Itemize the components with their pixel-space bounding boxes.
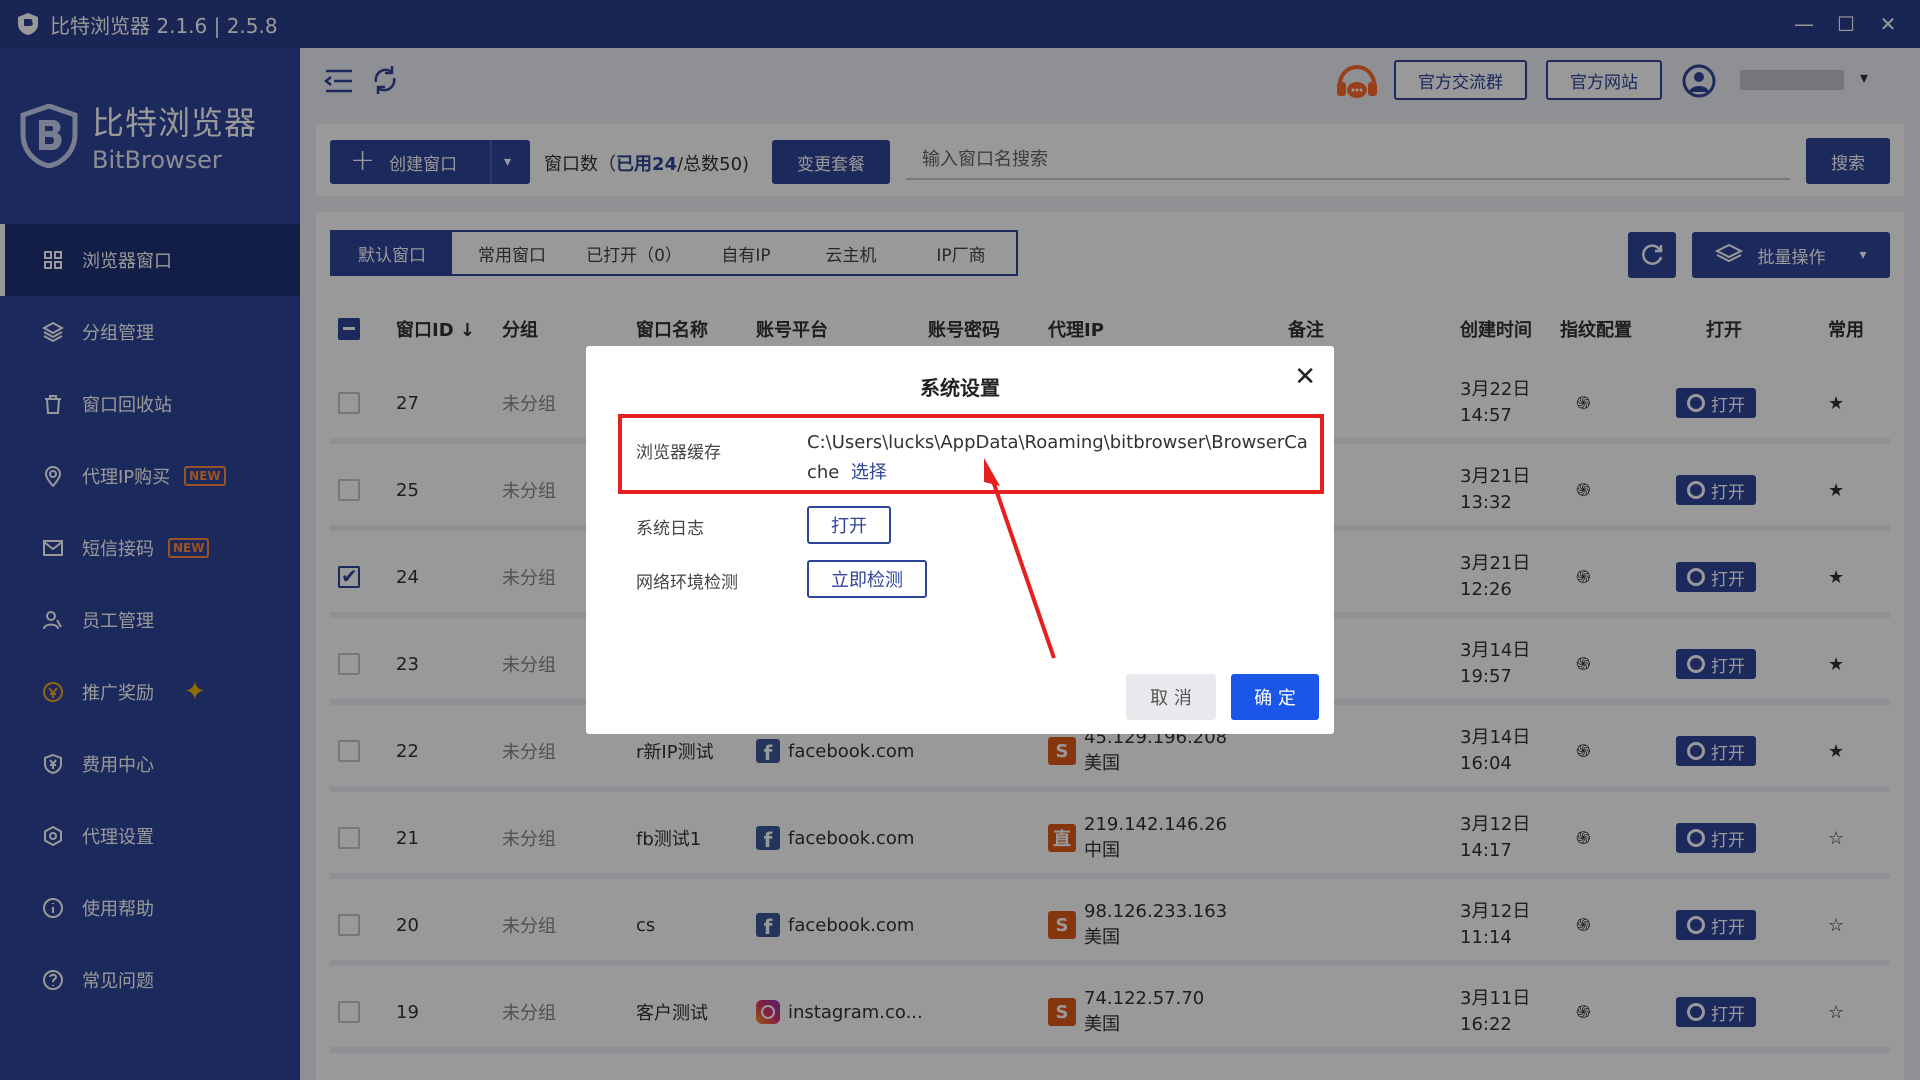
check-now-button[interactable]: 立即检测: [807, 560, 927, 598]
network-check-label: 网络环境检测: [636, 573, 738, 593]
cache-path: C:\Users\lucks\AppData\Roaming\bitbrowse…: [807, 432, 1308, 483]
system-settings-dialog: 系统设置 ✕ 浏览器缓存 C:\Users\lucks\AppData\Roam…: [586, 346, 1334, 734]
open-log-button[interactable]: 打开: [807, 506, 891, 544]
cancel-button[interactable]: 取 消: [1126, 674, 1216, 720]
log-label: 系统日志: [636, 519, 704, 539]
dialog-title: 系统设置: [920, 376, 1000, 400]
choose-link[interactable]: 选择: [851, 462, 887, 483]
close-icon[interactable]: ✕: [1294, 362, 1316, 392]
cache-label: 浏览器缓存: [636, 443, 721, 463]
confirm-button[interactable]: 确 定: [1231, 674, 1319, 720]
